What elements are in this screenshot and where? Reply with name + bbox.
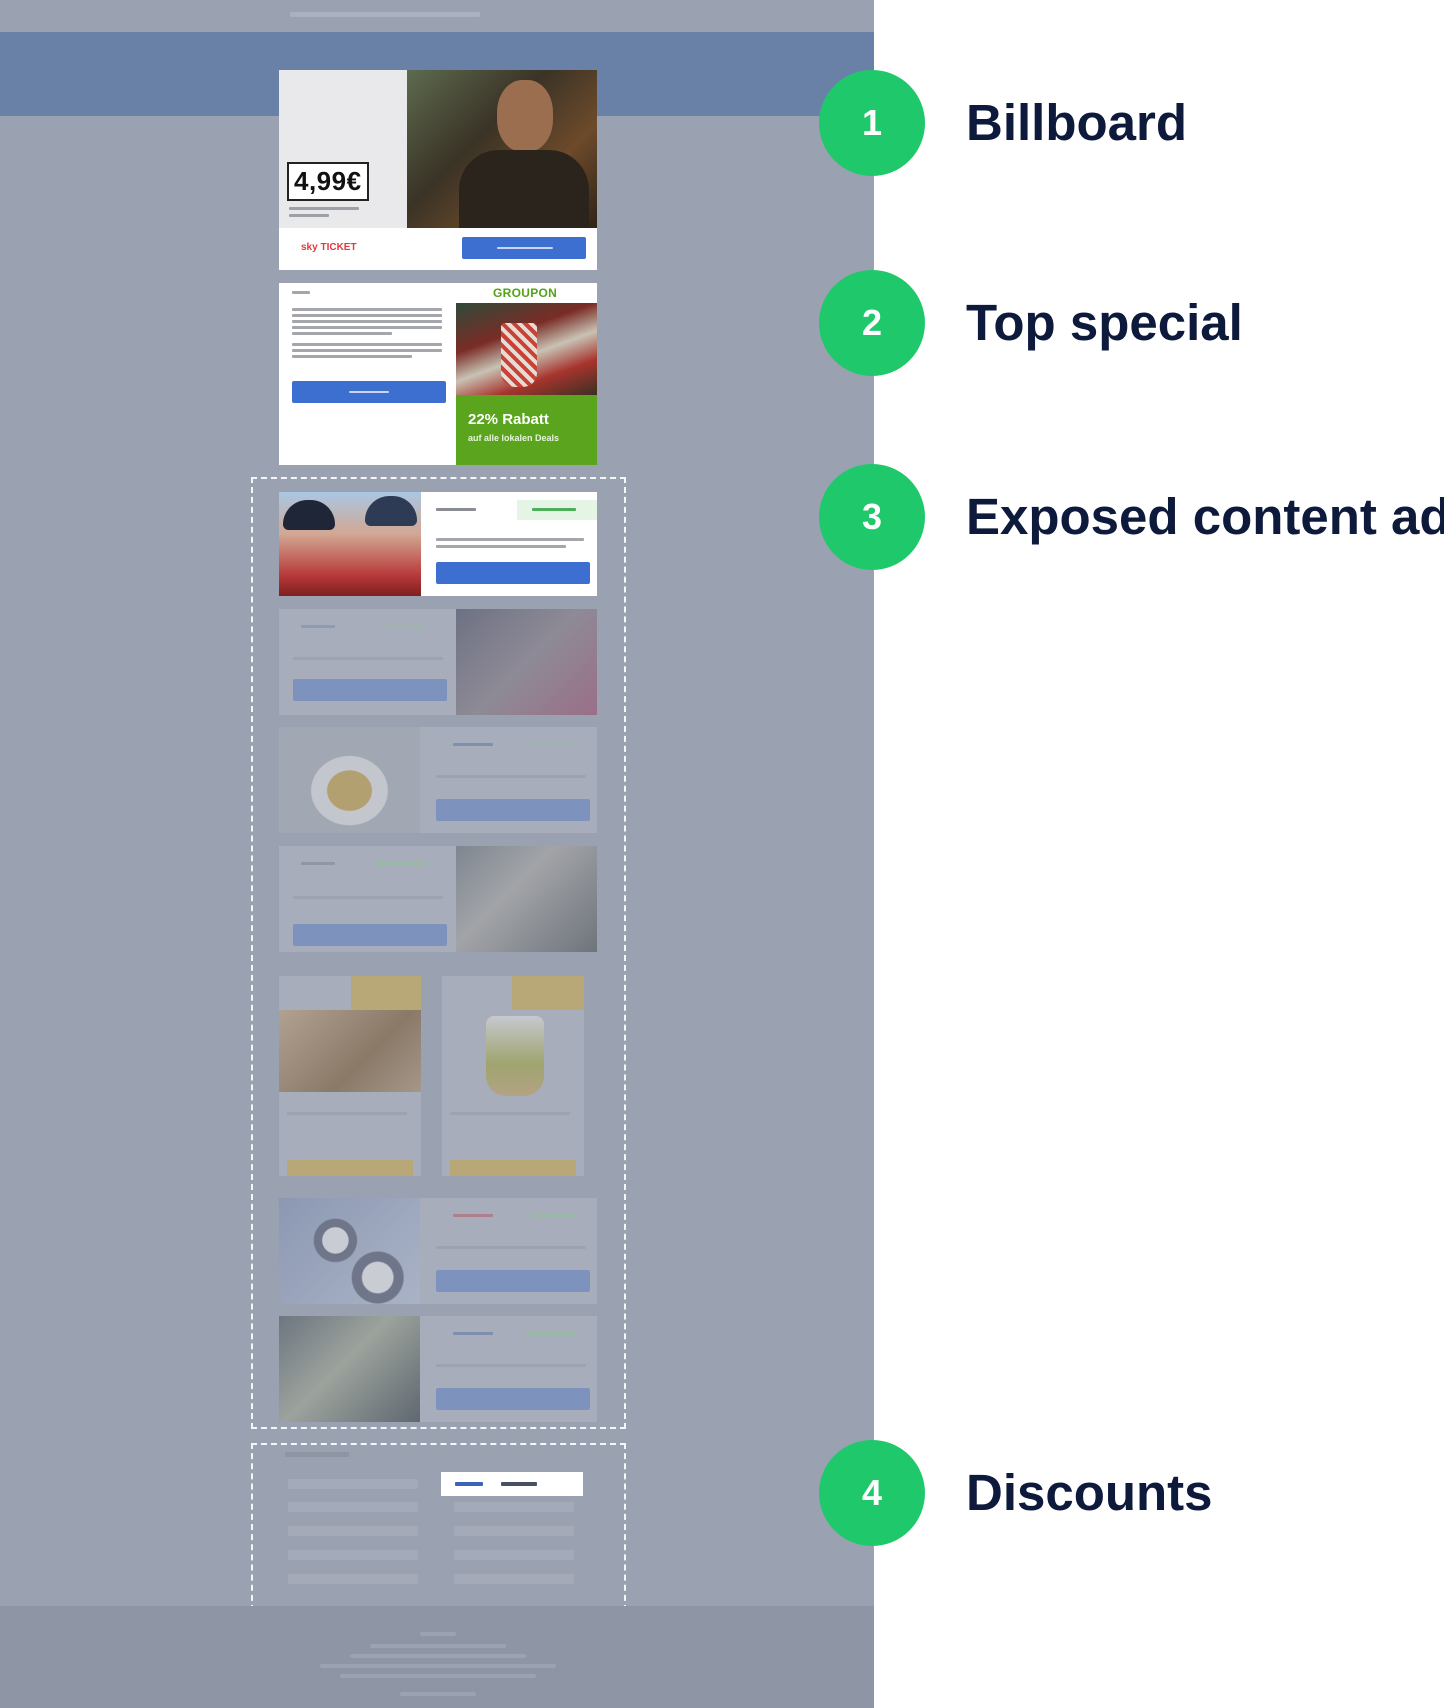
top-special-line	[292, 343, 442, 346]
newsletter-preheader-bar	[0, 0, 874, 32]
billboard-brand: sky TICKET	[301, 242, 357, 253]
legend-badge-4: 4	[819, 1440, 925, 1546]
content-ads-outline	[251, 477, 626, 1429]
top-special-line	[292, 355, 412, 358]
billboard-image-body	[459, 150, 589, 230]
footer-line	[350, 1654, 526, 1658]
footer-line	[400, 1692, 476, 1696]
legend-label-exposed-content-ad: Exposed content ad	[966, 488, 1444, 545]
top-special-line	[292, 326, 442, 329]
top-special-discount: 22% Rabatt	[468, 411, 549, 428]
top-special-line	[292, 314, 442, 317]
footer-line	[420, 1632, 456, 1636]
billboard-text-area	[279, 70, 419, 228]
top-special-line	[292, 291, 310, 294]
top-special-line	[292, 349, 442, 352]
billboard-stamp-edge	[399, 70, 417, 228]
legend-badge-3: 3	[819, 464, 925, 570]
top-special-subline: auf alle lokalen Deals	[468, 433, 560, 443]
top-special-discount-panel: 22% Rabatt auf alle lokalen Deals	[456, 395, 597, 465]
billboard-fineprint	[289, 214, 329, 217]
billboard-fineprint	[289, 207, 359, 210]
legend-label-top-special: Top special	[966, 294, 1243, 351]
footer-line	[370, 1644, 506, 1648]
top-special-line	[292, 308, 442, 311]
discounts-outline	[251, 1443, 626, 1611]
newsletter-preview: 4,99€ sky TICKET GROUPON 22% Rabatt auf …	[0, 0, 874, 1708]
billboard-price: 4,99€	[287, 162, 369, 201]
canvas: 4,99€ sky TICKET GROUPON 22% Rabatt auf …	[0, 0, 1444, 1708]
top-special-cta-label	[349, 391, 389, 393]
legend-badge-2: 2	[819, 270, 925, 376]
stocking-icon	[501, 323, 537, 387]
billboard-ad[interactable]: 4,99€ sky TICKET	[279, 70, 597, 270]
legend-label-discounts: Discounts	[966, 1464, 1213, 1521]
top-special-line	[292, 320, 442, 323]
preheader-text	[290, 12, 480, 17]
newsletter-footer	[0, 1606, 874, 1708]
footer-line	[320, 1664, 556, 1668]
top-special-line	[292, 332, 392, 335]
legend-label-billboard: Billboard	[966, 94, 1188, 151]
top-special-ad[interactable]: GROUPON 22% Rabatt auf alle lokalen Deal…	[279, 283, 597, 465]
legend-badge-1: 1	[819, 70, 925, 176]
billboard-cta-label	[497, 247, 553, 249]
footer-line	[340, 1674, 536, 1678]
groupon-logo: GROUPON	[493, 286, 558, 300]
billboard-image-face	[497, 80, 553, 152]
